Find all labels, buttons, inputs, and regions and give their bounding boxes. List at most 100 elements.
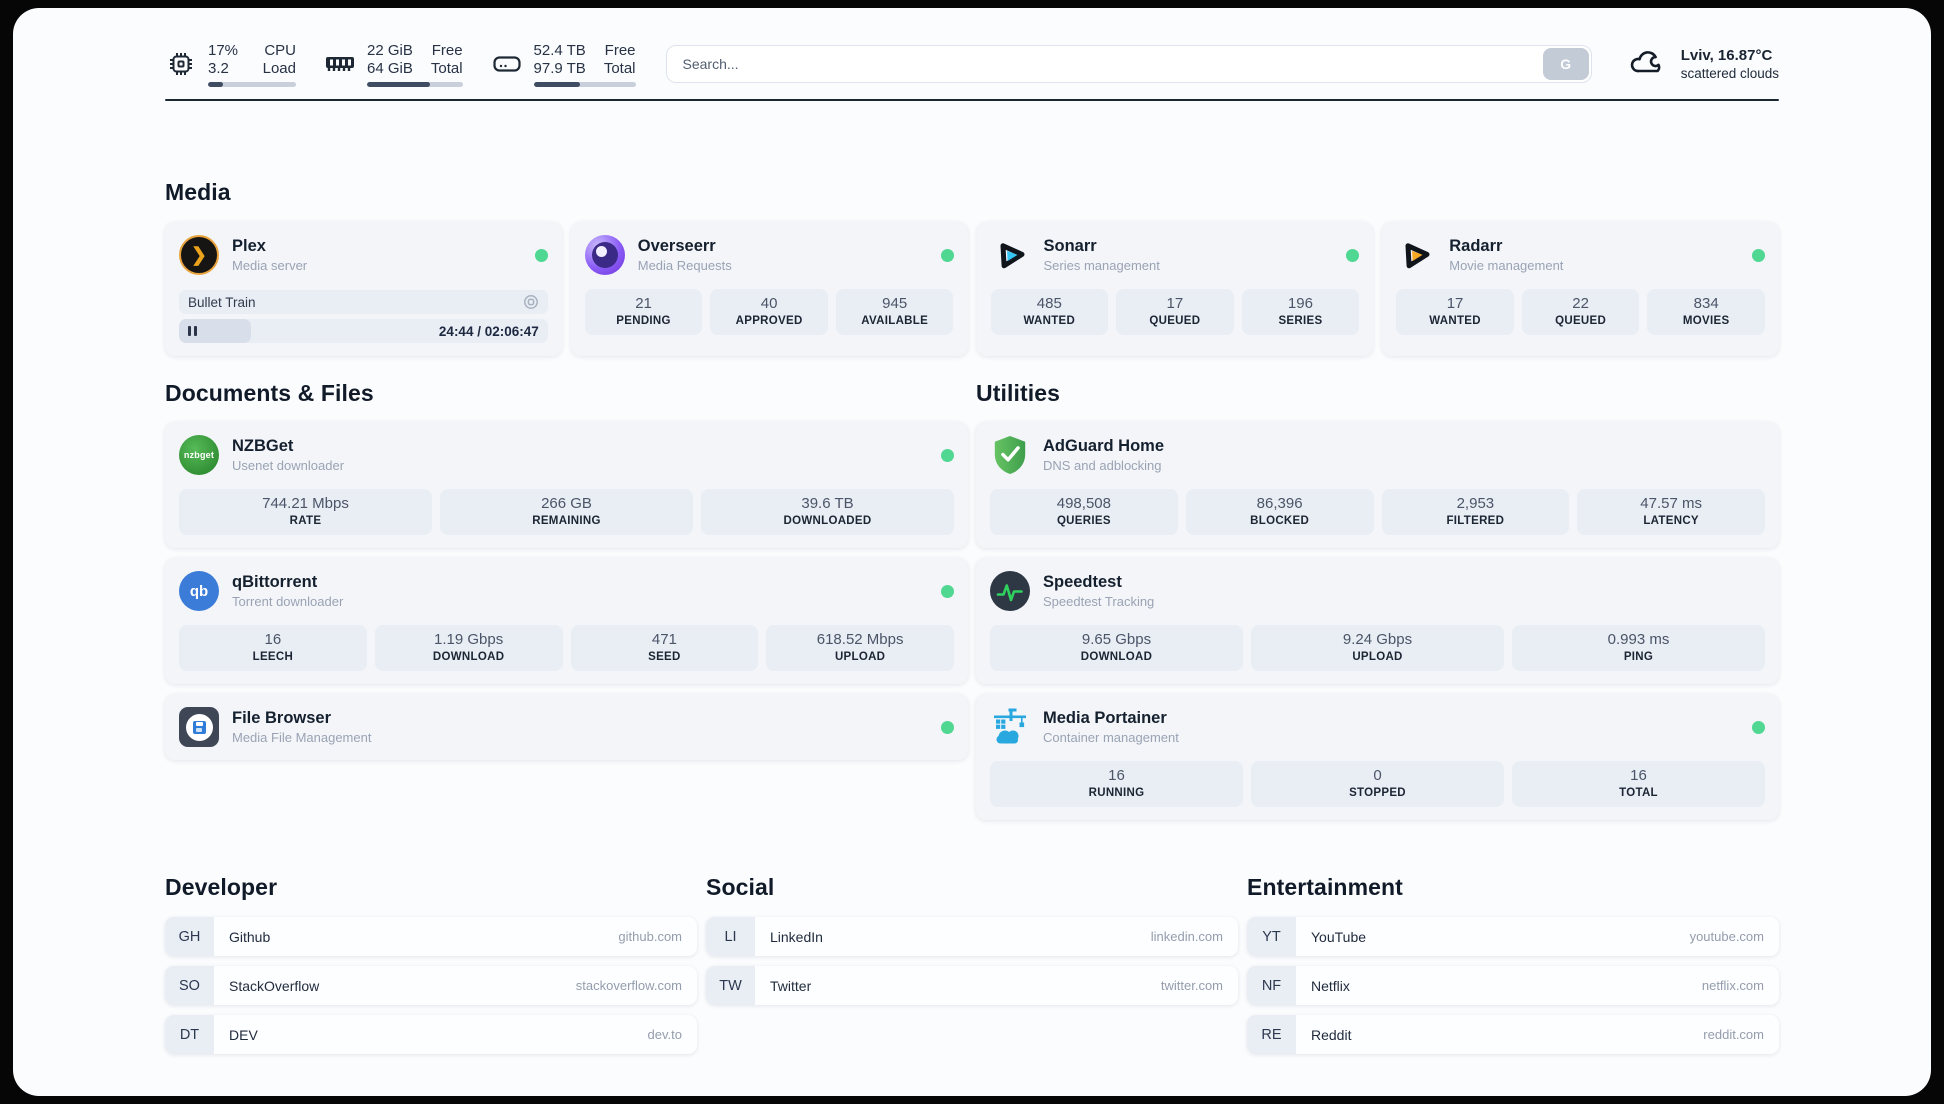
app-card-plex[interactable]: ❯ Plex Media server Bullet Train 24:44 /… <box>165 222 562 356</box>
search-input[interactable] <box>665 45 1592 83</box>
stat-label: QUERIES <box>1056 515 1111 527</box>
stat-value: 17 <box>1446 295 1464 312</box>
link-row-dev[interactable]: DT DEV dev.to <box>165 1015 697 1054</box>
app-card-filebrowser[interactable]: File Browser Media File Management <box>165 694 968 760</box>
section-social: Social LI LinkedIn linkedin.com TW Twitt… <box>706 874 1238 1005</box>
stat-value: 47.57 ms <box>1640 495 1702 512</box>
section-documents: Documents & Files nzbget NZBGet Usenet d… <box>165 380 968 760</box>
stat-label: PING <box>1623 651 1654 663</box>
overseerr-icon <box>584 235 625 275</box>
stat-tile: 0.993 ms PING <box>1512 625 1765 671</box>
app-description: Torrent downloader <box>232 594 344 609</box>
stat-label: UPLOAD <box>1352 651 1403 663</box>
stat-tile: 17 WANTED <box>1396 289 1514 335</box>
stat-tile: 16 RUNNING <box>990 761 1243 807</box>
stat-label: RATE <box>289 515 322 527</box>
link-row-netflix[interactable]: NF Netflix netflix.com <box>1247 966 1779 1005</box>
stat-label: LEECH <box>252 651 294 663</box>
link-name: Netflix <box>1311 977 1350 994</box>
cpu-progress-bar <box>208 81 296 87</box>
stat-value: 22 <box>1572 295 1589 312</box>
stat-tile: 485 WANTED <box>990 289 1109 335</box>
stat-value: 471 <box>651 631 677 648</box>
ram-total-value: 64 GiB <box>367 59 413 77</box>
app-description: Movie management <box>1449 258 1564 273</box>
app-card-qbittorrent[interactable]: qb qBittorrent Torrent downloader 16 LEE… <box>165 558 968 684</box>
app-description: Container management <box>1043 730 1179 745</box>
app-card-speedtest[interactable]: Speedtest Speedtest Tracking 9.65 Gbps D… <box>976 558 1779 684</box>
app-card-media-portainer[interactable]: Media Portainer Container management 16 … <box>976 694 1779 820</box>
app-card-radarr[interactable]: Radarr Movie management 17 WANTED 22 QUE… <box>1382 222 1779 356</box>
stat-label: SEED <box>648 651 681 663</box>
pause-icon[interactable] <box>188 326 197 336</box>
portainer-icon <box>990 707 1030 747</box>
stat-tile: 21 PENDING <box>584 289 703 335</box>
stat-label: REMAINING <box>532 515 601 527</box>
link-row-stackoverflow[interactable]: SO StackOverflow stackoverflow.com <box>165 966 697 1005</box>
section-developer: Developer GH Github github.com SO StackO… <box>165 874 697 1054</box>
stat-value: 485 <box>1036 295 1062 312</box>
stat-label: APPROVED <box>735 315 803 327</box>
link-row-reddit[interactable]: RE Reddit reddit.com <box>1247 1015 1779 1054</box>
stat-label: STOPPED <box>1349 787 1406 799</box>
stat-tile: 196 SERIES <box>1241 289 1360 335</box>
cpu-icon <box>165 50 197 78</box>
section-title-utilities: Utilities <box>976 380 1060 406</box>
app-name: qBittorrent <box>232 573 318 591</box>
stat-value: 86,396 <box>1256 495 1303 512</box>
stat-tile: 498,508 QUERIES <box>990 489 1178 535</box>
stat-value: 17 <box>1166 295 1184 312</box>
stat-label: DOWNLOADED <box>783 515 872 527</box>
link-abbr: DT <box>165 1015 214 1054</box>
disk-stat: 52.4 TB 97.9 TB Free Total <box>491 42 636 87</box>
ram-progress-bar <box>367 81 463 87</box>
section-title-entertainment: Entertainment <box>1247 874 1403 900</box>
stat-label: QUEUED <box>1555 315 1607 327</box>
stat-value: 498,508 <box>1056 495 1111 512</box>
app-name: File Browser <box>232 709 332 727</box>
stat-tile: 471 SEED <box>570 625 759 671</box>
link-url: github.com <box>618 929 682 944</box>
link-url: dev.to <box>647 1027 682 1042</box>
stat-value: 945 <box>882 295 908 312</box>
search-engine-button[interactable]: G <box>1542 48 1589 80</box>
link-abbr: TW <box>706 966 755 1005</box>
app-name: Radarr <box>1449 237 1503 255</box>
app-card-nzbget[interactable]: nzbget NZBGet Usenet downloader 744.21 M… <box>165 422 968 548</box>
cpu-load-label: Load <box>262 59 296 77</box>
stat-label: DOWNLOAD <box>1080 651 1153 663</box>
status-online-dot <box>1752 248 1765 262</box>
header-divider <box>165 99 1779 101</box>
link-name: LinkedIn <box>770 928 823 945</box>
section-media: Media ❯ Plex Media server Bullet Train 2… <box>165 179 1779 356</box>
app-card-overseerr[interactable]: Overseerr Media Requests 21 PENDING 40 A… <box>570 222 968 356</box>
playback-progress-bar[interactable]: 24:44 / 02:06:47 <box>179 319 548 343</box>
now-playing-title: Bullet Train <box>188 294 256 310</box>
stat-tile: 945 AVAILABLE <box>835 289 954 335</box>
link-row-twitter[interactable]: TW Twitter twitter.com <box>706 966 1238 1005</box>
stat-tile: 17 QUEUED <box>1116 289 1234 335</box>
app-name: AdGuard Home <box>1043 437 1165 455</box>
stat-label: AVAILABLE <box>861 315 929 327</box>
link-row-linkedin[interactable]: LI LinkedIn linkedin.com <box>706 917 1238 956</box>
session-icon <box>523 294 539 310</box>
link-row-youtube[interactable]: YT YouTube youtube.com <box>1247 917 1779 956</box>
link-name: Reddit <box>1311 1026 1352 1043</box>
link-abbr: RE <box>1247 1015 1296 1054</box>
status-online-dot <box>940 248 954 262</box>
app-card-sonarr[interactable]: Sonarr Series management 485 WANTED 17 Q… <box>976 222 1374 356</box>
ram-total-label: Total <box>430 59 463 77</box>
speedtest-icon <box>990 571 1030 611</box>
stat-value: 16 <box>1108 767 1125 784</box>
link-row-github[interactable]: GH Github github.com <box>165 917 697 956</box>
cpu-load-value: 3.2 <box>208 59 229 77</box>
stat-tile: 22 QUEUED <box>1521 289 1640 335</box>
stat-tile: 834 MOVIES <box>1647 289 1765 335</box>
app-card-adguard-home[interactable]: AdGuard Home DNS and adblocking 498,508 … <box>976 422 1779 548</box>
link-url: youtube.com <box>1689 929 1764 944</box>
stat-label: PENDING <box>616 315 671 327</box>
ram-stat: 22 GiB 64 GiB Free Total <box>324 42 463 87</box>
stat-tile: 9.65 Gbps DOWNLOAD <box>990 625 1243 671</box>
section-title-media: Media <box>165 179 231 205</box>
weather-condition: scattered clouds <box>1680 66 1779 81</box>
